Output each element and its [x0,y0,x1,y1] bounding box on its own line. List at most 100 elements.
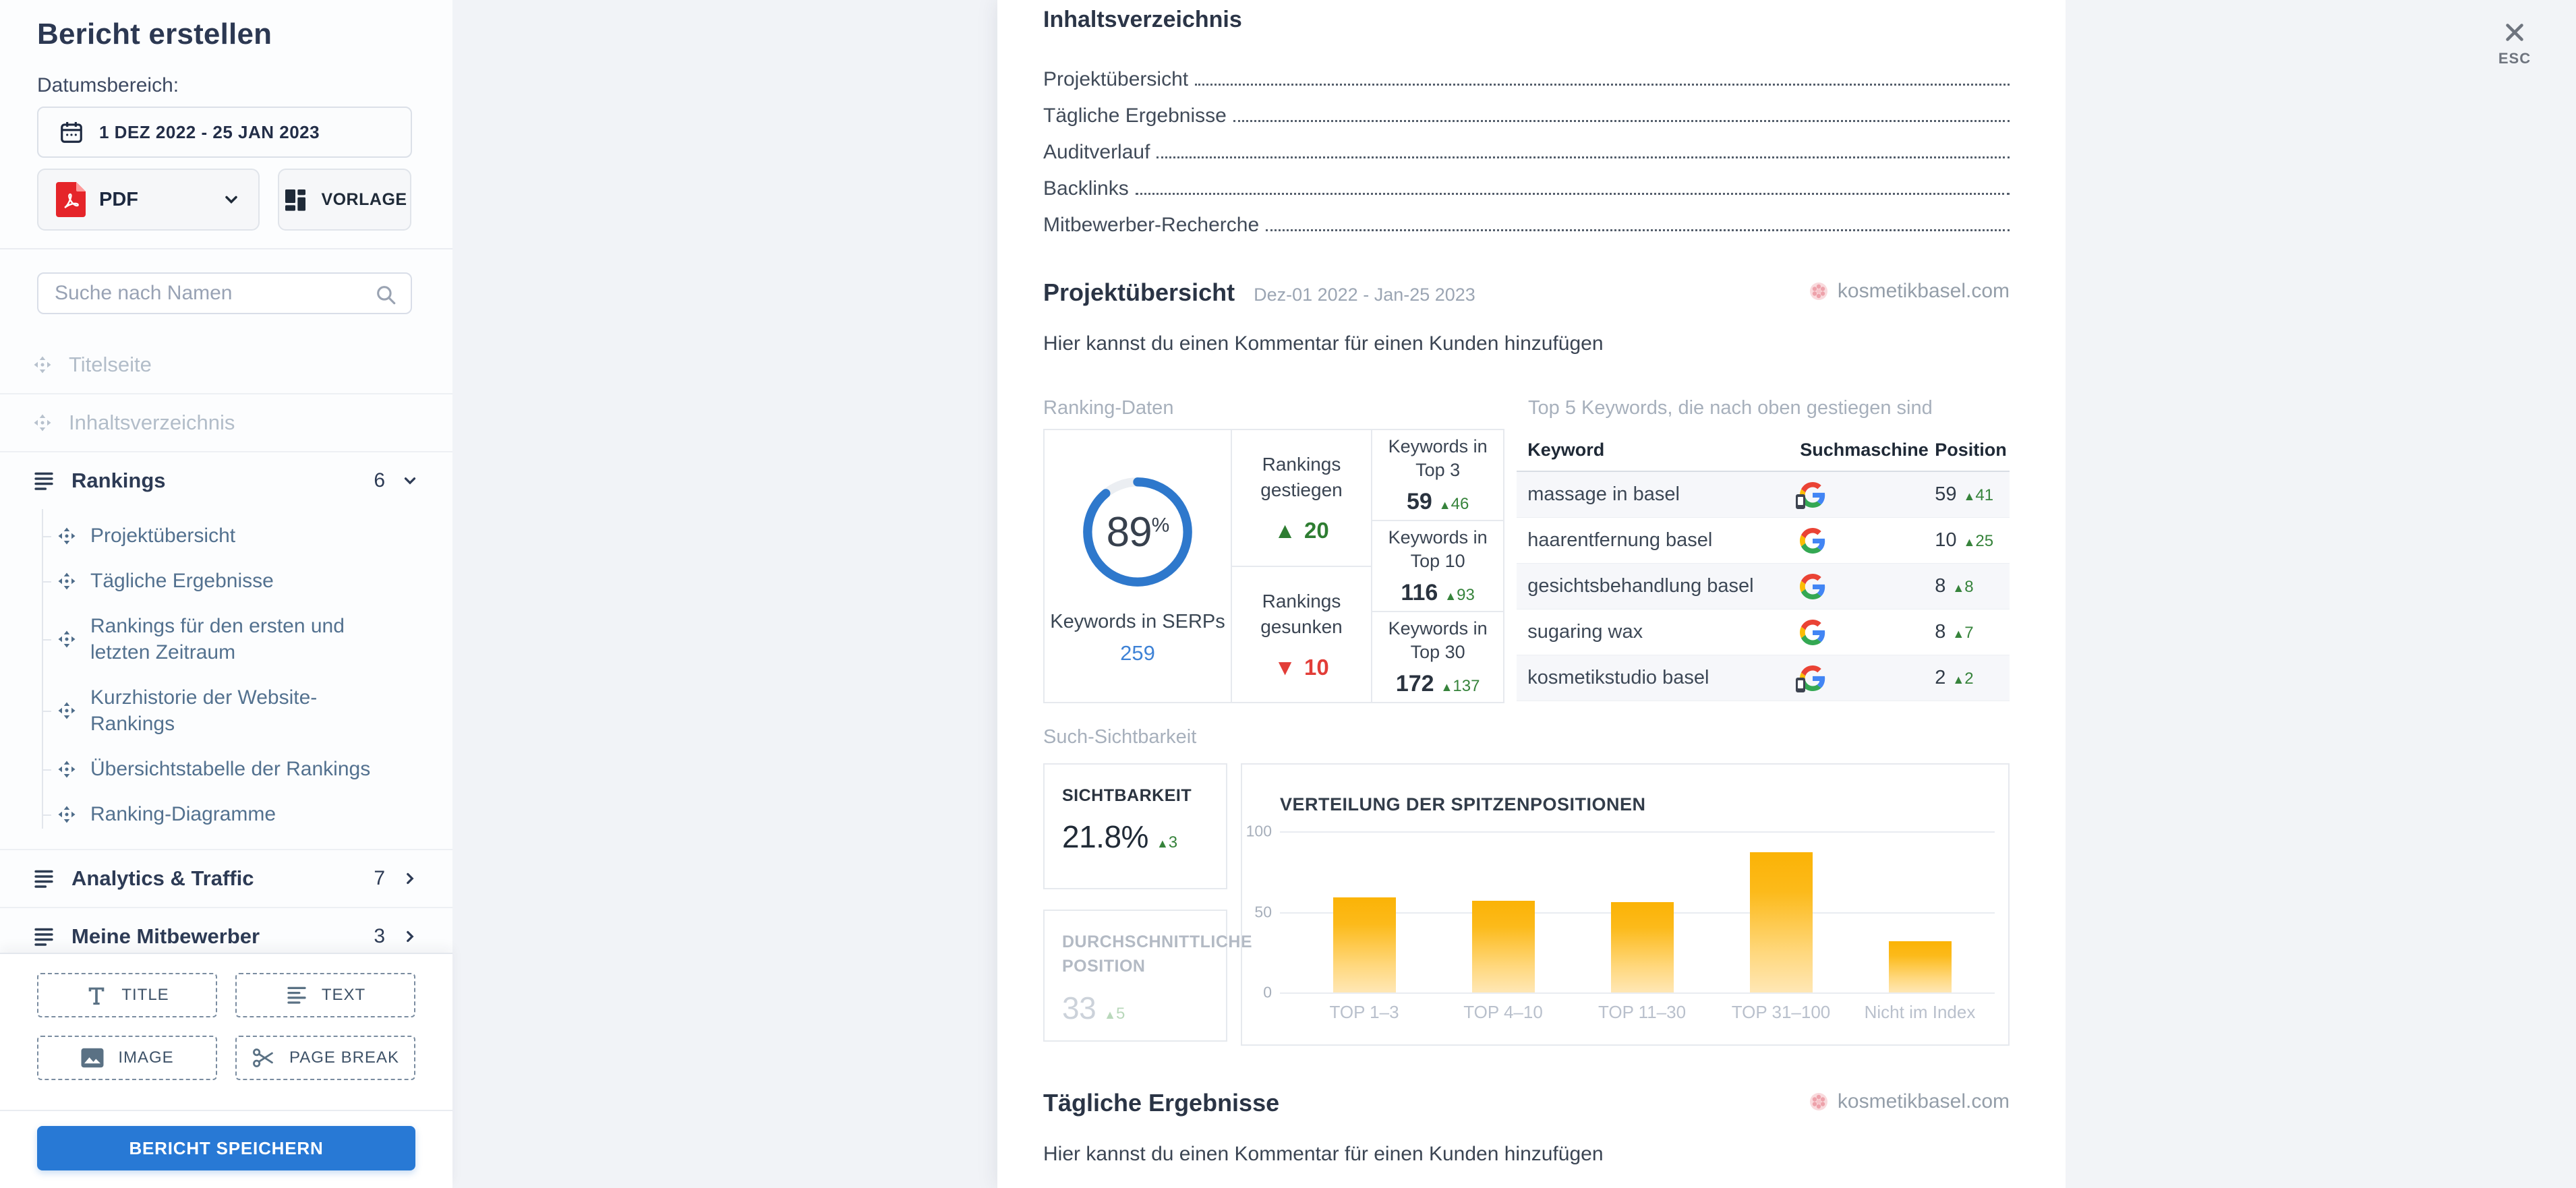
toc-title: Inhaltsverzeichnis [1043,7,1242,32]
bar [1472,900,1535,992]
sidebar-subitem[interactable]: Kurzhistorie der Website-Rankings [0,675,452,746]
ranking-data-label: Ranking-Daten [1043,397,1174,419]
toc-item: Auditverlauf [1043,131,2010,168]
top-keywords-table: Keyword Suchmaschine Position massage in b… [1517,429,2010,703]
sidebar: Bericht erstellen Datumsbereich: 1 DEZ 2… [0,0,452,1188]
dotted-leader [1157,156,2010,158]
sidebar-subitem[interactable]: Ranking-Diagramme [0,792,452,837]
table-row: sugaring wax 8 ▲7 [1517,610,2010,655]
drag-handle-icon[interactable] [57,701,77,721]
search-engine-cell [1800,573,1935,599]
report-preview: Inhaltsverzeichnis Projektübersicht Tägl… [997,0,2066,1188]
table-row: massage in basel 59 ▲41 [1517,472,2010,518]
toc-item: Backlinks [1043,168,2010,204]
search-input[interactable] [38,274,411,313]
menu-icon [32,868,55,889]
layout-grid-icon [282,186,309,213]
sidebar-subitem[interactable]: Rankings für den ersten und letzten Zeit… [0,603,452,675]
drag-handle-icon[interactable] [57,526,77,546]
format-value: PDF [99,188,138,210]
rankings-dropped-cell: Rankings gesunken ▼ 10 [1232,565,1371,703]
date-range-button[interactable]: 1 DEZ 2022 - 25 JAN 2023 [37,107,412,158]
domain-name: kosmetikbasel.com [1837,280,2010,302]
search-visibility-label: Such-Sichtbarkeit [1043,726,1197,748]
save-report-button[interactable]: BERICHT SPEICHERN [37,1126,415,1170]
drag-handle-icon[interactable] [57,629,77,649]
ranking-data-panel: 89% Keywords in SERPs 259 Rankings gesti… [1043,429,1505,703]
column-header: Suchmaschine [1800,439,1929,460]
keyword-cell: haarentfernung basel [1527,529,1713,551]
x-axis-label: Nicht im Index [1864,1002,1976,1022]
add-page-break-button[interactable]: PAGE BREAK [235,1036,415,1080]
daily-results-header: Tägliche Ergebnisse kosmetikbasel.com [1043,1089,2010,1117]
serps-label: Keywords in SERPs [1050,611,1225,632]
gridline [1280,831,1995,833]
toc-item: Projektübersicht [1043,59,2010,95]
chevron-right-icon[interactable] [401,870,419,887]
rankings-risen-cell: Rankings gestiegen ▲ 20 [1260,454,1343,543]
add-title-button[interactable]: TITLE [37,973,217,1017]
google-icon [1800,527,1935,554]
search-input-wrap [37,272,412,314]
calendar-icon [59,119,84,145]
sidebar-subitem[interactable]: Tägliche Ergebnisse [0,558,452,603]
drag-handle-icon[interactable] [32,413,53,433]
add-image-button[interactable]: IMAGE [37,1036,217,1080]
x-axis-label: TOP 11–30 [1598,1002,1687,1022]
comment-placeholder[interactable]: Hier kannst du einen Kommentar für einen… [1043,1143,2010,1166]
drag-handle-icon[interactable] [32,355,53,375]
mobile-phone-icon [1796,677,1806,692]
pdf-file-icon [56,182,86,217]
mobile-phone-icon [1796,494,1806,509]
sidebar-subitem[interactable]: Übersichtstabelle der Rankings [0,746,452,792]
google-icon [1800,573,1935,599]
image-icon [80,1047,105,1069]
chevron-right-icon[interactable] [401,928,419,945]
position-cell: 2 ▲2 [1935,667,1974,688]
top-keywords-label: Top 5 Keywords, die nach oben gestiegen … [1528,397,1933,419]
bar [1611,902,1674,992]
domain-favicon [1809,282,1828,301]
chevron-down-icon[interactable] [401,472,419,489]
chart-title: VERTEILUNG DER SPITZENPOSITIONEN [1280,794,1646,814]
table-header: Keyword Suchmaschine Position [1517,429,2010,472]
template-button[interactable]: VORLAGE [278,169,411,231]
sidebar-group-meine-mitbewerber[interactable]: Meine Mitbewerber 3 [0,908,452,953]
format-select[interactable]: PDF [37,169,260,231]
text-icon [285,985,308,1005]
page-title: Bericht erstellen [37,18,272,51]
keyword-cell: gesichtsbehandlung basel [1527,575,1754,597]
section-date-range: Dez-01 2022 - Jan-25 2023 [1254,285,1475,305]
top-keywords-cell: Keywords in Top 3 59 ▲46 [1388,436,1488,515]
menu-icon [32,471,55,491]
sidebar-item-inhaltsverzeichnis[interactable]: Inhaltsverzeichnis [0,394,452,451]
sidebar-group-analytics-traffic[interactable]: Analytics & Traffic 7 [0,850,452,907]
domain-name: kosmetikbasel.com [1837,1090,2010,1112]
top-keywords-cell: Keywords in Top 30 172 ▲137 [1372,611,1504,702]
drag-handle-icon[interactable] [57,759,77,779]
close-button[interactable]: ESC [2488,20,2541,67]
search-engine-cell [1800,619,1935,645]
chevron-down-icon [222,190,241,209]
sidebar-subitem[interactable]: Projektübersicht [0,513,452,558]
add-text-button[interactable]: TEXT [235,973,415,1017]
y-axis-tick: 50 [1254,903,1272,920]
toc-item: Tägliche Ergebnisse [1043,95,2010,131]
x-axis-label: TOP 1–3 [1329,1002,1399,1022]
serps-value: 259 [1120,641,1155,665]
sidebar-item-titelseite[interactable]: Titelseite [0,336,452,393]
date-range-value: 1 DEZ 2022 - 25 JAN 2023 [99,121,320,142]
position-cell: 59 ▲41 [1935,483,1994,505]
sidebar-group-rankings[interactable]: Rankings 6 [0,452,452,509]
triangle-up-icon: ▲ [1274,518,1296,543]
serp-donut-chart: 89% [1078,472,1198,592]
drag-handle-icon[interactable] [57,804,77,825]
bar [1750,852,1813,992]
drag-handle-icon[interactable] [57,571,77,591]
position-cell: 8 ▲8 [1935,575,1974,597]
table-row: gesichtsbehandlung basel 8 ▲8 [1517,564,2010,610]
search-engine-cell [1800,527,1935,554]
project-overview-header: Projektübersicht Dez-01 2022 - Jan-25 20… [1043,278,2010,307]
comment-placeholder[interactable]: Hier kannst du einen Kommentar für einen… [1043,332,2010,355]
position-cell: 8 ▲7 [1935,621,1974,643]
